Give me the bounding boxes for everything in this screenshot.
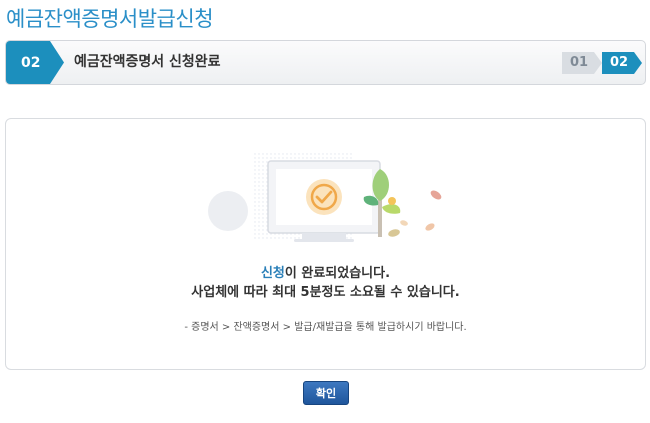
completion-message: 신청이 완료되었습니다. [6,262,645,281]
completion-message-rest: 이 완료되었습니다. [284,266,391,281]
step-indicator-1: 01 [562,52,602,74]
step-progress-bar: 02 예금잔액증명서 신청완료 01 02 [5,40,646,85]
confirm-button[interactable]: 확인 [303,381,349,405]
decor-circle-icon [208,191,248,231]
step-indicator-2: 02 [602,52,642,74]
completion-message-accent: 신청 [260,266,285,281]
page-title: 예금잔액증명서발급신청 [6,7,214,31]
check-circle-icon [306,179,342,215]
completion-panel: 신청이 완료되었습니다. 사업체에 따라 최대 5분정도 소요될 수 있습니다.… [5,118,646,370]
current-step-number: 02 [6,41,64,84]
completion-illustration [208,153,442,242]
issue-path-note: - 증명서 > 잔액증명서 > 발급/재발급을 통해 발급하시기 바랍니다. [184,322,467,333]
current-step-label: 예금잔액증명서 신청완료 [74,54,221,70]
processing-time-message: 사업체에 따라 최대 5분정도 소요될 수 있습니다. [191,285,460,300]
